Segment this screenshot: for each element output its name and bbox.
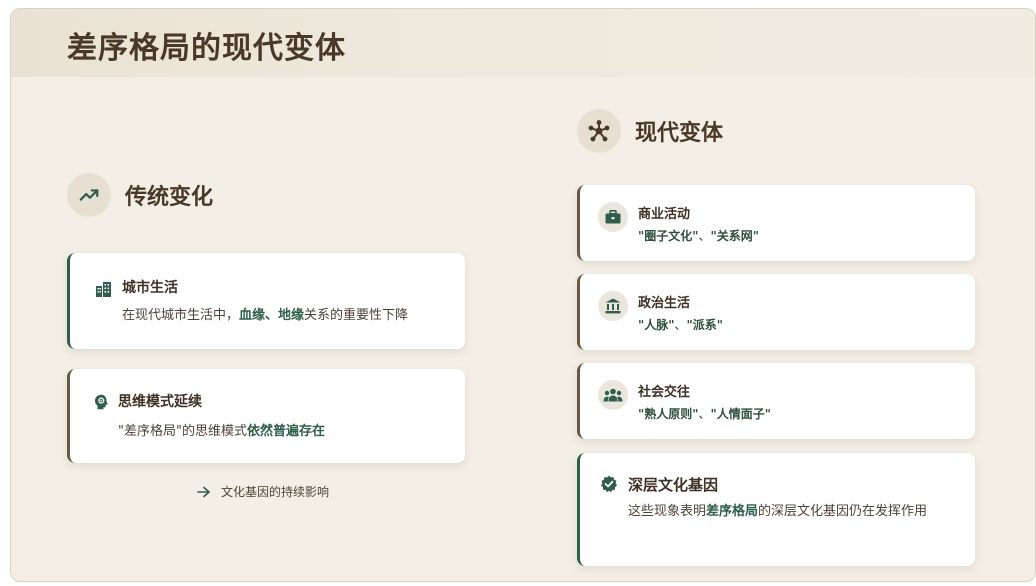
network-icon [577, 109, 621, 153]
card-title: 商业活动 [638, 207, 691, 222]
text-segment: 在现代城市生活中， [122, 308, 240, 323]
card-city-life: 城市生活 在现代城市生活中，血缘、地缘关系的重要性下降 [67, 253, 465, 349]
briefcase-icon [598, 202, 628, 232]
detail-term: "熟人原则" [638, 407, 699, 421]
card-detail: "圈子文化"、"关系网" [638, 227, 759, 244]
government-building-icon [598, 291, 628, 321]
highlight-text: 依然普遍存在 [246, 424, 325, 439]
highlight-text: 差序格局 [706, 504, 759, 519]
card-deep-culture-gene: 深层文化基因 这些现象表明差序格局的深层文化基因仍在发挥作用 [577, 453, 975, 566]
text-segment: "差序格局"的思维模式 [118, 424, 247, 439]
city-icon [94, 280, 112, 298]
card-title: 社会交往 [638, 385, 691, 400]
card-detail: "人脉"、"派系" [638, 316, 723, 333]
footer-note: 文化基因的持续影响 [197, 483, 329, 500]
text-segment: 关系的重要性下降 [304, 308, 409, 323]
detail-term: "人情面子" [710, 407, 772, 421]
people-group-icon [598, 380, 628, 410]
trending-up-icon [67, 173, 111, 217]
title-bar: 差序格局的现代变体 [11, 9, 1035, 77]
text-segment: 这些现象表明 [628, 504, 707, 519]
modern-variants-header: 现代变体 [577, 109, 723, 153]
card-text: 这些现象表明差序格局的深层文化基因仍在发挥作用 [628, 501, 958, 523]
card-detail: "熟人原则"、"人情面子" [638, 405, 771, 422]
section-title-traditional: 传统变化 [125, 184, 214, 210]
separator: 、 [698, 229, 711, 243]
verified-check-icon [600, 475, 618, 493]
slide: 差序格局的现代变体 传统变化 城市生活 在现代城市生活中，血缘、地缘关系的重要性… [10, 8, 1036, 582]
detail-term: "派系" [686, 318, 724, 332]
section-title-modern: 现代变体 [635, 120, 724, 146]
card-title: 政治生活 [638, 296, 691, 311]
brain-head-icon [92, 393, 110, 411]
card-title: 思维模式延续 [118, 394, 202, 410]
card-politics: 政治生活 "人脉"、"派系" [577, 274, 975, 350]
detail-term: "关系网" [710, 229, 760, 243]
card-social: 社会交往 "熟人原则"、"人情面子" [577, 363, 975, 439]
card-text: 在现代城市生活中，血缘、地缘关系的重要性下降 [122, 305, 408, 327]
footer-text: 文化基因的持续影响 [221, 485, 330, 499]
separator: 、 [698, 407, 711, 421]
card-text: "差序格局"的思维模式依然普遍存在 [118, 421, 325, 443]
highlight-text: 血缘、地缘 [239, 308, 305, 323]
card-title: 深层文化基因 [628, 476, 719, 494]
traditional-change-header: 传统变化 [67, 173, 213, 217]
card-thinking-pattern: 思维模式延续 "差序格局"的思维模式依然普遍存在 [67, 369, 465, 463]
detail-term: "圈子文化" [638, 229, 699, 243]
detail-term: "人脉" [638, 318, 675, 332]
page-title: 差序格局的现代变体 [67, 31, 346, 66]
arrow-right-icon [197, 486, 211, 498]
card-title: 城市生活 [122, 280, 178, 296]
separator: 、 [674, 318, 687, 332]
card-business: 商业活动 "圈子文化"、"关系网" [577, 185, 975, 261]
text-segment: 的深层文化基因仍在发挥作用 [758, 504, 928, 519]
